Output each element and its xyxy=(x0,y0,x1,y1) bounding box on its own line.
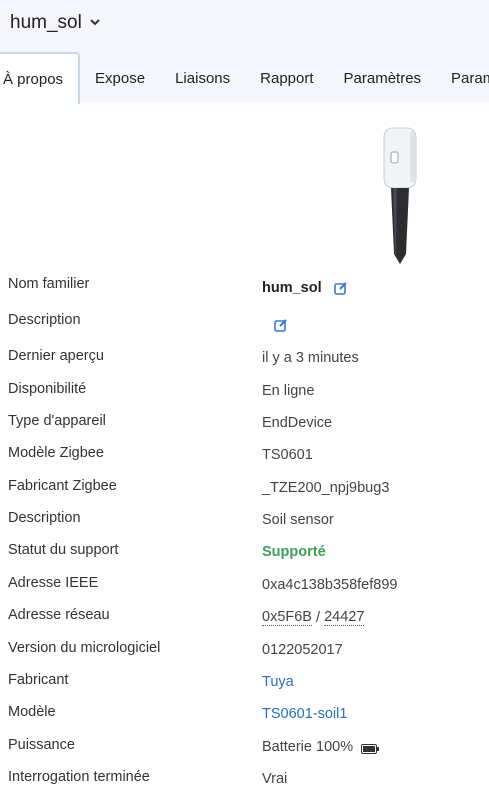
label-interview: Interrogation terminée xyxy=(8,769,150,785)
device-name: hum_sol xyxy=(10,12,82,33)
value-device-type: EndDevice xyxy=(262,415,333,431)
row-power: Puissance Batterie 100% xyxy=(0,731,489,763)
label-ieee-address: Adresse IEEE xyxy=(8,575,99,591)
power-text: Batterie 100% xyxy=(262,739,354,755)
friendly-name-text: hum_sol xyxy=(262,280,322,296)
row-device-type: Type d'appareil EndDevice xyxy=(0,407,489,439)
row-network-address: Adresse réseau 0x5F6B / 24427 xyxy=(0,601,489,633)
manufacturer-link[interactable]: Tuya xyxy=(262,674,294,690)
row-model: Modèle TS0601-soil1 xyxy=(0,698,489,730)
label-description: Description xyxy=(8,312,81,328)
label-model: Modèle xyxy=(8,704,56,720)
row-description: Description Soil sensor xyxy=(0,504,489,536)
value-firmware: 0122052017 xyxy=(262,642,343,658)
row-description-edit: Description xyxy=(0,306,489,338)
tab-settings-specific[interactable]: Param xyxy=(436,52,489,104)
row-interview: Interrogation terminée Vrai xyxy=(0,763,489,795)
value-description-edit xyxy=(262,318,288,332)
tab-bar: À propos Expose Liaisons Rapport Paramèt… xyxy=(0,52,489,104)
top-bar: hum_sol À propos Expose Liaisons Rapport… xyxy=(0,0,489,104)
value-description: Soil sensor xyxy=(262,512,334,528)
value-zigbee-manufacturer: _TZE200_npj9bug3 xyxy=(262,480,390,496)
label-firmware: Version du micrologiciel xyxy=(8,640,161,656)
model-link[interactable]: TS0601-soil1 xyxy=(262,706,347,722)
row-zigbee-model: Modèle Zigbee TS0601 xyxy=(0,439,489,471)
label-power: Puissance xyxy=(8,737,75,753)
value-availability: En ligne xyxy=(262,383,315,399)
row-zigbee-manufacturer: Fabricant Zigbee _TZE200_npj9bug3 xyxy=(0,472,489,504)
label-friendly-name: Nom familier xyxy=(8,276,90,292)
row-manufacturer: Fabricant Tuya xyxy=(0,666,489,698)
value-interview: Vrai xyxy=(262,771,288,787)
chevron-down-icon xyxy=(90,17,100,29)
tab-settings[interactable]: Paramètres xyxy=(329,52,437,104)
tab-reporting[interactable]: Rapport xyxy=(245,52,328,104)
edit-icon[interactable] xyxy=(333,281,348,295)
value-last-seen: il y a 3 minutes xyxy=(262,350,359,366)
label-description-text: Description xyxy=(8,510,81,526)
label-support-status: Statut du support xyxy=(8,542,119,558)
label-availability: Disponibilité xyxy=(8,381,87,397)
label-zigbee-model: Modèle Zigbee xyxy=(8,445,104,461)
label-network-address: Adresse réseau xyxy=(8,607,110,623)
row-ieee-address: Adresse IEEE 0xa4c138b358fef899 xyxy=(0,569,489,601)
value-friendly-name: hum_sol xyxy=(262,280,348,296)
row-availability: Disponibilité En ligne xyxy=(0,375,489,407)
network-address-separator: / xyxy=(311,609,325,626)
row-firmware: Version du micrologiciel 0122052017 xyxy=(0,634,489,666)
row-support-status: Statut du support Supporté xyxy=(0,536,489,568)
network-address-hex: 0x5F6B xyxy=(262,609,312,626)
label-zigbee-manufacturer: Fabricant Zigbee xyxy=(8,478,117,494)
label-device-type: Type d'appareil xyxy=(8,413,106,429)
device-image xyxy=(380,126,422,266)
value-support-status: Supporté xyxy=(262,544,326,560)
row-last-seen: Dernier aperçu il y a 3 minutes xyxy=(0,342,489,374)
tab-bindings[interactable]: Liaisons xyxy=(160,52,245,104)
tab-expose[interactable]: Expose xyxy=(80,52,160,104)
row-friendly-name: Nom familier hum_sol xyxy=(0,270,489,302)
tab-about[interactable]: À propos xyxy=(0,52,81,104)
edit-icon[interactable] xyxy=(274,318,288,332)
label-last-seen: Dernier aperçu xyxy=(8,348,104,364)
value-power: Batterie 100% xyxy=(262,739,380,755)
label-manufacturer: Fabricant xyxy=(8,672,69,688)
value-ieee-address: 0xa4c138b358fef899 xyxy=(262,577,398,593)
device-selector[interactable]: hum_sol xyxy=(10,12,100,34)
battery-icon xyxy=(361,742,380,754)
value-zigbee-model: TS0601 xyxy=(262,447,313,463)
value-network-address: 0x5F6B / 24427 xyxy=(262,609,365,626)
network-address-dec: 24427 xyxy=(324,609,365,626)
